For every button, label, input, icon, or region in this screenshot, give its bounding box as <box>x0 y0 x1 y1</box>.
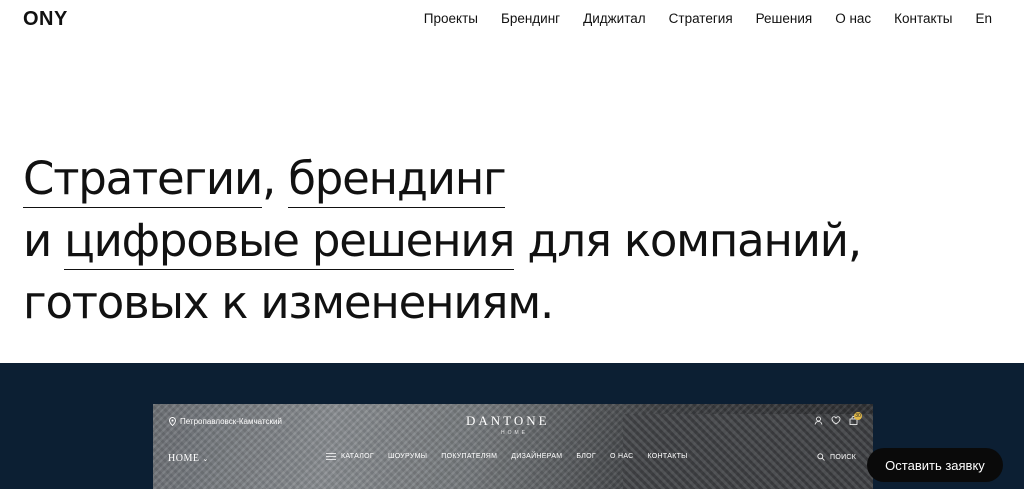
showcase-search: ПОИСК <box>817 453 856 461</box>
home-menu: HOME ⌄ <box>168 453 209 464</box>
nav-item-about[interactable]: О нас <box>835 11 871 26</box>
site-header: ONY Проекты Брендинг Диджитал Стратегия … <box>0 0 1024 38</box>
nav-item-strategy[interactable]: Стратегия <box>669 11 733 26</box>
hero-link-digital-solutions[interactable]: цифровые решения <box>64 215 515 270</box>
showcase-menu-buyers: ПОКУПАТЕЛЯМ <box>441 453 498 460</box>
search-icon <box>817 453 825 461</box>
brand-logo: DANTONE <box>466 413 550 428</box>
showcase-menu-designers: ДИЗАЙНЕРАМ <box>511 453 563 460</box>
hero-text-and: и <box>23 214 65 267</box>
location-text: Петропавловск-Камчатский <box>180 417 282 426</box>
hero-link-branding[interactable]: брендинг <box>288 153 507 208</box>
nav-item-contacts[interactable]: Контакты <box>894 11 952 26</box>
nav-item-branding[interactable]: Брендинг <box>501 11 560 26</box>
logo[interactable]: ONY <box>23 8 68 31</box>
showcase-menu-contacts: КОНТАКТЫ <box>647 453 688 460</box>
location-label: Петропавловск-Камчатский <box>169 417 282 426</box>
main-nav: Проекты Брендинг Диджитал Стратегия Реше… <box>401 11 992 26</box>
showcase-menu: КАТАЛОГ ШОУРУМЫ ПОКУПАТЕЛЯМ ДИЗАЙНЕРАМ Б… <box>326 453 702 460</box>
showcase-menu-blog: БЛОГ <box>576 453 596 460</box>
chevron-down-icon: ⌄ <box>202 455 209 463</box>
nav-item-digital[interactable]: Диджитал <box>583 11 646 26</box>
hero-line-1: Стратегии, брендинг <box>23 148 983 210</box>
cart-count-badge: 30 <box>854 412 862 420</box>
hero-heading: Стратегии, брендинг и цифровые решения д… <box>23 148 983 334</box>
home-menu-label: HOME <box>168 453 200 464</box>
hero-text-for-companies: для компаний, <box>514 214 862 267</box>
nav-item-solutions[interactable]: Решения <box>756 11 813 26</box>
hero-line-2: и цифровые решения для компаний, <box>23 210 983 272</box>
user-icon <box>814 416 823 425</box>
hero-separator: , <box>262 152 289 205</box>
map-pin-icon <box>169 417 176 426</box>
brand-subtitle: HOME <box>501 430 528 436</box>
hero-link-strategies[interactable]: Стратегии <box>23 153 263 208</box>
showcase-search-label: ПОИСК <box>830 453 857 461</box>
project-screenshot[interactable]: Петропавловск-Камчатский DANTONE HOME 30… <box>153 404 873 489</box>
heart-icon <box>831 416 841 425</box>
submit-request-button[interactable]: Оставить заявку <box>867 448 1003 482</box>
hero-line-3: готовых к изменениям. <box>23 276 554 329</box>
showcase-header-icons: 30 <box>814 412 862 425</box>
showcase-menu-showrooms: ШОУРУМЫ <box>388 453 428 460</box>
nav-item-projects[interactable]: Проекты <box>424 11 478 26</box>
hamburger-icon <box>326 453 336 460</box>
showcase-menu-catalog: КАТАЛОГ <box>341 453 374 460</box>
fabric-texture <box>623 414 873 489</box>
cart-wrapper: 30 <box>849 412 862 425</box>
language-switch[interactable]: En <box>975 11 992 26</box>
showcase-menu-about: О НАС <box>609 453 634 460</box>
